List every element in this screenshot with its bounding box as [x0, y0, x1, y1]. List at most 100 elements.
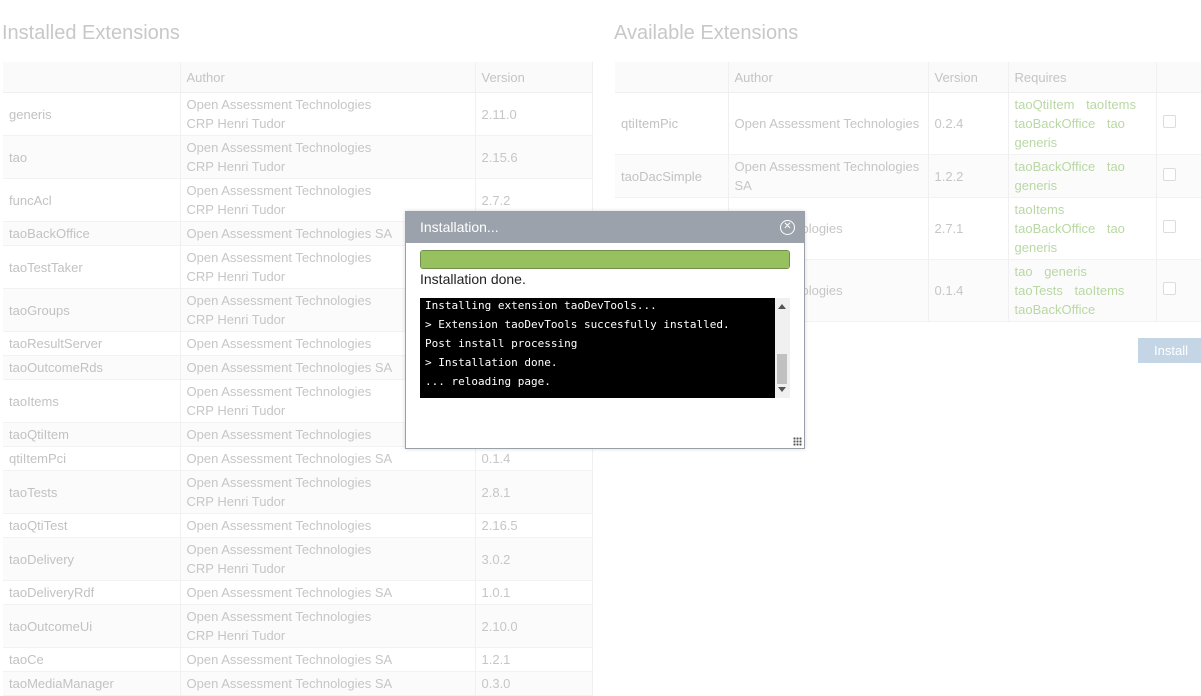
- extension-name: qtiItemPic: [615, 92, 729, 155]
- requires-link[interactable]: taoBackOffice: [1015, 116, 1096, 131]
- select-checkbox[interactable]: [1162, 282, 1176, 295]
- table-row: taoQtiTest Open Assessment Technologies 2.…: [3, 513, 593, 538]
- requires-link[interactable]: taoBackOffice: [1015, 302, 1096, 317]
- author-line: CRP Henri Tudor: [186, 116, 286, 131]
- requires-link[interactable]: generis: [1015, 135, 1058, 150]
- close-icon[interactable]: ✕: [780, 220, 795, 235]
- table-header-row: Author Version: [3, 62, 593, 93]
- requires-link[interactable]: generis: [1015, 178, 1058, 193]
- author-line: CRP Henri Tudor: [186, 494, 286, 509]
- table-row: taoCe Open Assessment Technologies SA 1.2.…: [3, 647, 593, 672]
- requires-link[interactable]: tao: [1107, 116, 1125, 131]
- author-line: Open Assessment Technologies: [186, 518, 372, 533]
- scroll-down-icon[interactable]: [778, 387, 786, 392]
- scroll-up-icon[interactable]: [778, 304, 786, 309]
- extension-author: Open Assessment Technologies CRP Henri Tu…: [180, 470, 476, 514]
- available-extensions-title: Available Extensions: [614, 22, 799, 44]
- extension-name: taoDeliveryRdf: [3, 580, 181, 605]
- select-cell: [1156, 259, 1201, 322]
- extension-name: qtiItemPci: [3, 446, 181, 471]
- column-header-version: Version: [928, 62, 1009, 93]
- requires-link[interactable]: taoQtiItem: [1015, 97, 1075, 112]
- extension-name: taoItems: [3, 379, 181, 423]
- extension-version: 2.15.6: [475, 135, 593, 179]
- requires-link[interactable]: tao: [1107, 221, 1125, 236]
- column-header-name: [3, 62, 181, 93]
- extension-version: 2.16.5: [475, 513, 593, 538]
- install-button[interactable]: Install: [1138, 338, 1201, 363]
- select-checkbox[interactable]: [1162, 167, 1176, 181]
- dialog-title: Installation...: [420, 219, 499, 235]
- extension-name: taoResultServer: [3, 331, 181, 356]
- author-line: Open Assessment Technologies: [734, 159, 920, 174]
- extension-version: 1.2.1: [475, 647, 593, 672]
- extension-version: 3.0.2: [475, 537, 593, 581]
- requires-link[interactable]: tao: [1107, 159, 1125, 174]
- extension-version: 0.3.0: [475, 671, 593, 696]
- extension-author: Open Assessment Technologies CRP Henri Tu…: [180, 135, 476, 179]
- extension-version: 2.10.0: [475, 604, 593, 648]
- progress-bar: [420, 250, 790, 269]
- console-line: Installing extension taoDevTools...: [425, 299, 657, 312]
- author-line: Open Assessment Technologies: [186, 183, 372, 198]
- extension-requires: taoQtiItem taoItems taoBackOffice tao ge…: [1008, 92, 1157, 155]
- table-row: tao Open Assessment Technologies CRP Henri…: [3, 135, 593, 179]
- requires-link[interactable]: taoItems: [1075, 283, 1125, 298]
- requires-link[interactable]: taoItems: [1086, 97, 1136, 112]
- requires-link[interactable]: generis: [1044, 264, 1087, 279]
- table-header-row: Author Version Requires: [615, 62, 1201, 93]
- requires-link[interactable]: tao: [1015, 264, 1033, 279]
- console-line: Post install processing: [425, 337, 578, 350]
- console-line: > Installation done.: [425, 356, 558, 369]
- author-line: CRP Henri Tudor: [186, 628, 286, 643]
- console-scrollbar[interactable]: [775, 298, 790, 398]
- table-row: taoMediaManager Open Assessment Technolog…: [3, 671, 593, 696]
- extension-version: 1.0.1: [475, 580, 593, 605]
- extension-name: taoDelivery: [3, 537, 181, 581]
- extension-author: Open Assessment Technologies SA: [180, 647, 476, 672]
- resize-grip-icon[interactable]: [793, 437, 802, 446]
- extension-name: taoOutcomeRds: [3, 355, 181, 380]
- requires-link[interactable]: taoBackOffice: [1015, 221, 1096, 236]
- select-cell: [1156, 197, 1201, 260]
- column-header-requires: Requires: [1008, 62, 1157, 93]
- author-line: CRP Henri Tudor: [186, 159, 286, 174]
- extension-version: 2.7.1: [928, 197, 1009, 260]
- extension-author: Open Assessment Technologies CRP Henri Tu…: [180, 537, 476, 581]
- extension-name: taoOutcomeUi: [3, 604, 181, 648]
- progress-fill: [421, 251, 789, 268]
- table-row: qtiItemPci Open Assessment Technologies S…: [3, 446, 593, 471]
- requires-link[interactable]: taoBackOffice: [1015, 159, 1096, 174]
- author-line: Open Assessment Technologies: [186, 140, 372, 155]
- extension-author: Open Assessment Technologies CRP Henri Tu…: [180, 92, 476, 136]
- select-cell: [1156, 154, 1201, 198]
- extension-author: Open Assessment Technologies SA: [180, 446, 476, 471]
- extension-version: 2.11.0: [475, 92, 593, 136]
- author-line: Open Assessment Technologies SA: [186, 652, 393, 667]
- table-row: taoTests Open Assessment Technologies CRP …: [3, 470, 593, 514]
- table-row: generis Open Assessment Technologies CRP H…: [3, 92, 593, 136]
- select-checkbox[interactable]: [1162, 115, 1176, 128]
- author-line: Open Assessment Technologies SA: [186, 451, 393, 466]
- requires-link[interactable]: taoTests: [1015, 283, 1063, 298]
- select-checkbox[interactable]: [1162, 220, 1176, 233]
- column-header-author: Author: [728, 62, 929, 93]
- author-line: Open Assessment Technologies SA: [186, 585, 393, 600]
- extension-requires: tao generis taoTests taoItems taoBackOff…: [1008, 259, 1157, 322]
- select-cell: [1156, 92, 1201, 155]
- extension-author: Open Assessment Technologies SA: [728, 154, 929, 198]
- requires-link[interactable]: taoItems: [1015, 202, 1065, 217]
- extension-requires: taoBackOffice tao generis: [1008, 154, 1157, 198]
- extension-name: taoCe: [3, 647, 181, 672]
- extension-name: taoDacSimple: [615, 154, 729, 198]
- extension-author: Open Assessment Technologies SA: [180, 580, 476, 605]
- installation-dialog: Installation... ✕ Installation done. Ins…: [405, 211, 805, 449]
- scroll-thumb[interactable]: [777, 354, 787, 384]
- requires-link[interactable]: generis: [1015, 240, 1058, 255]
- table-row: taoDelivery Open Assessment Technologies C…: [3, 537, 593, 581]
- extension-name: taoQtiTest: [3, 513, 181, 538]
- author-line: Open Assessment Technologies: [186, 609, 372, 624]
- status-text: Installation done.: [420, 271, 526, 287]
- table-row: taoDacSimple Open Assessment Technologies…: [615, 154, 1201, 198]
- author-line: Open Assessment Technologies: [186, 475, 372, 490]
